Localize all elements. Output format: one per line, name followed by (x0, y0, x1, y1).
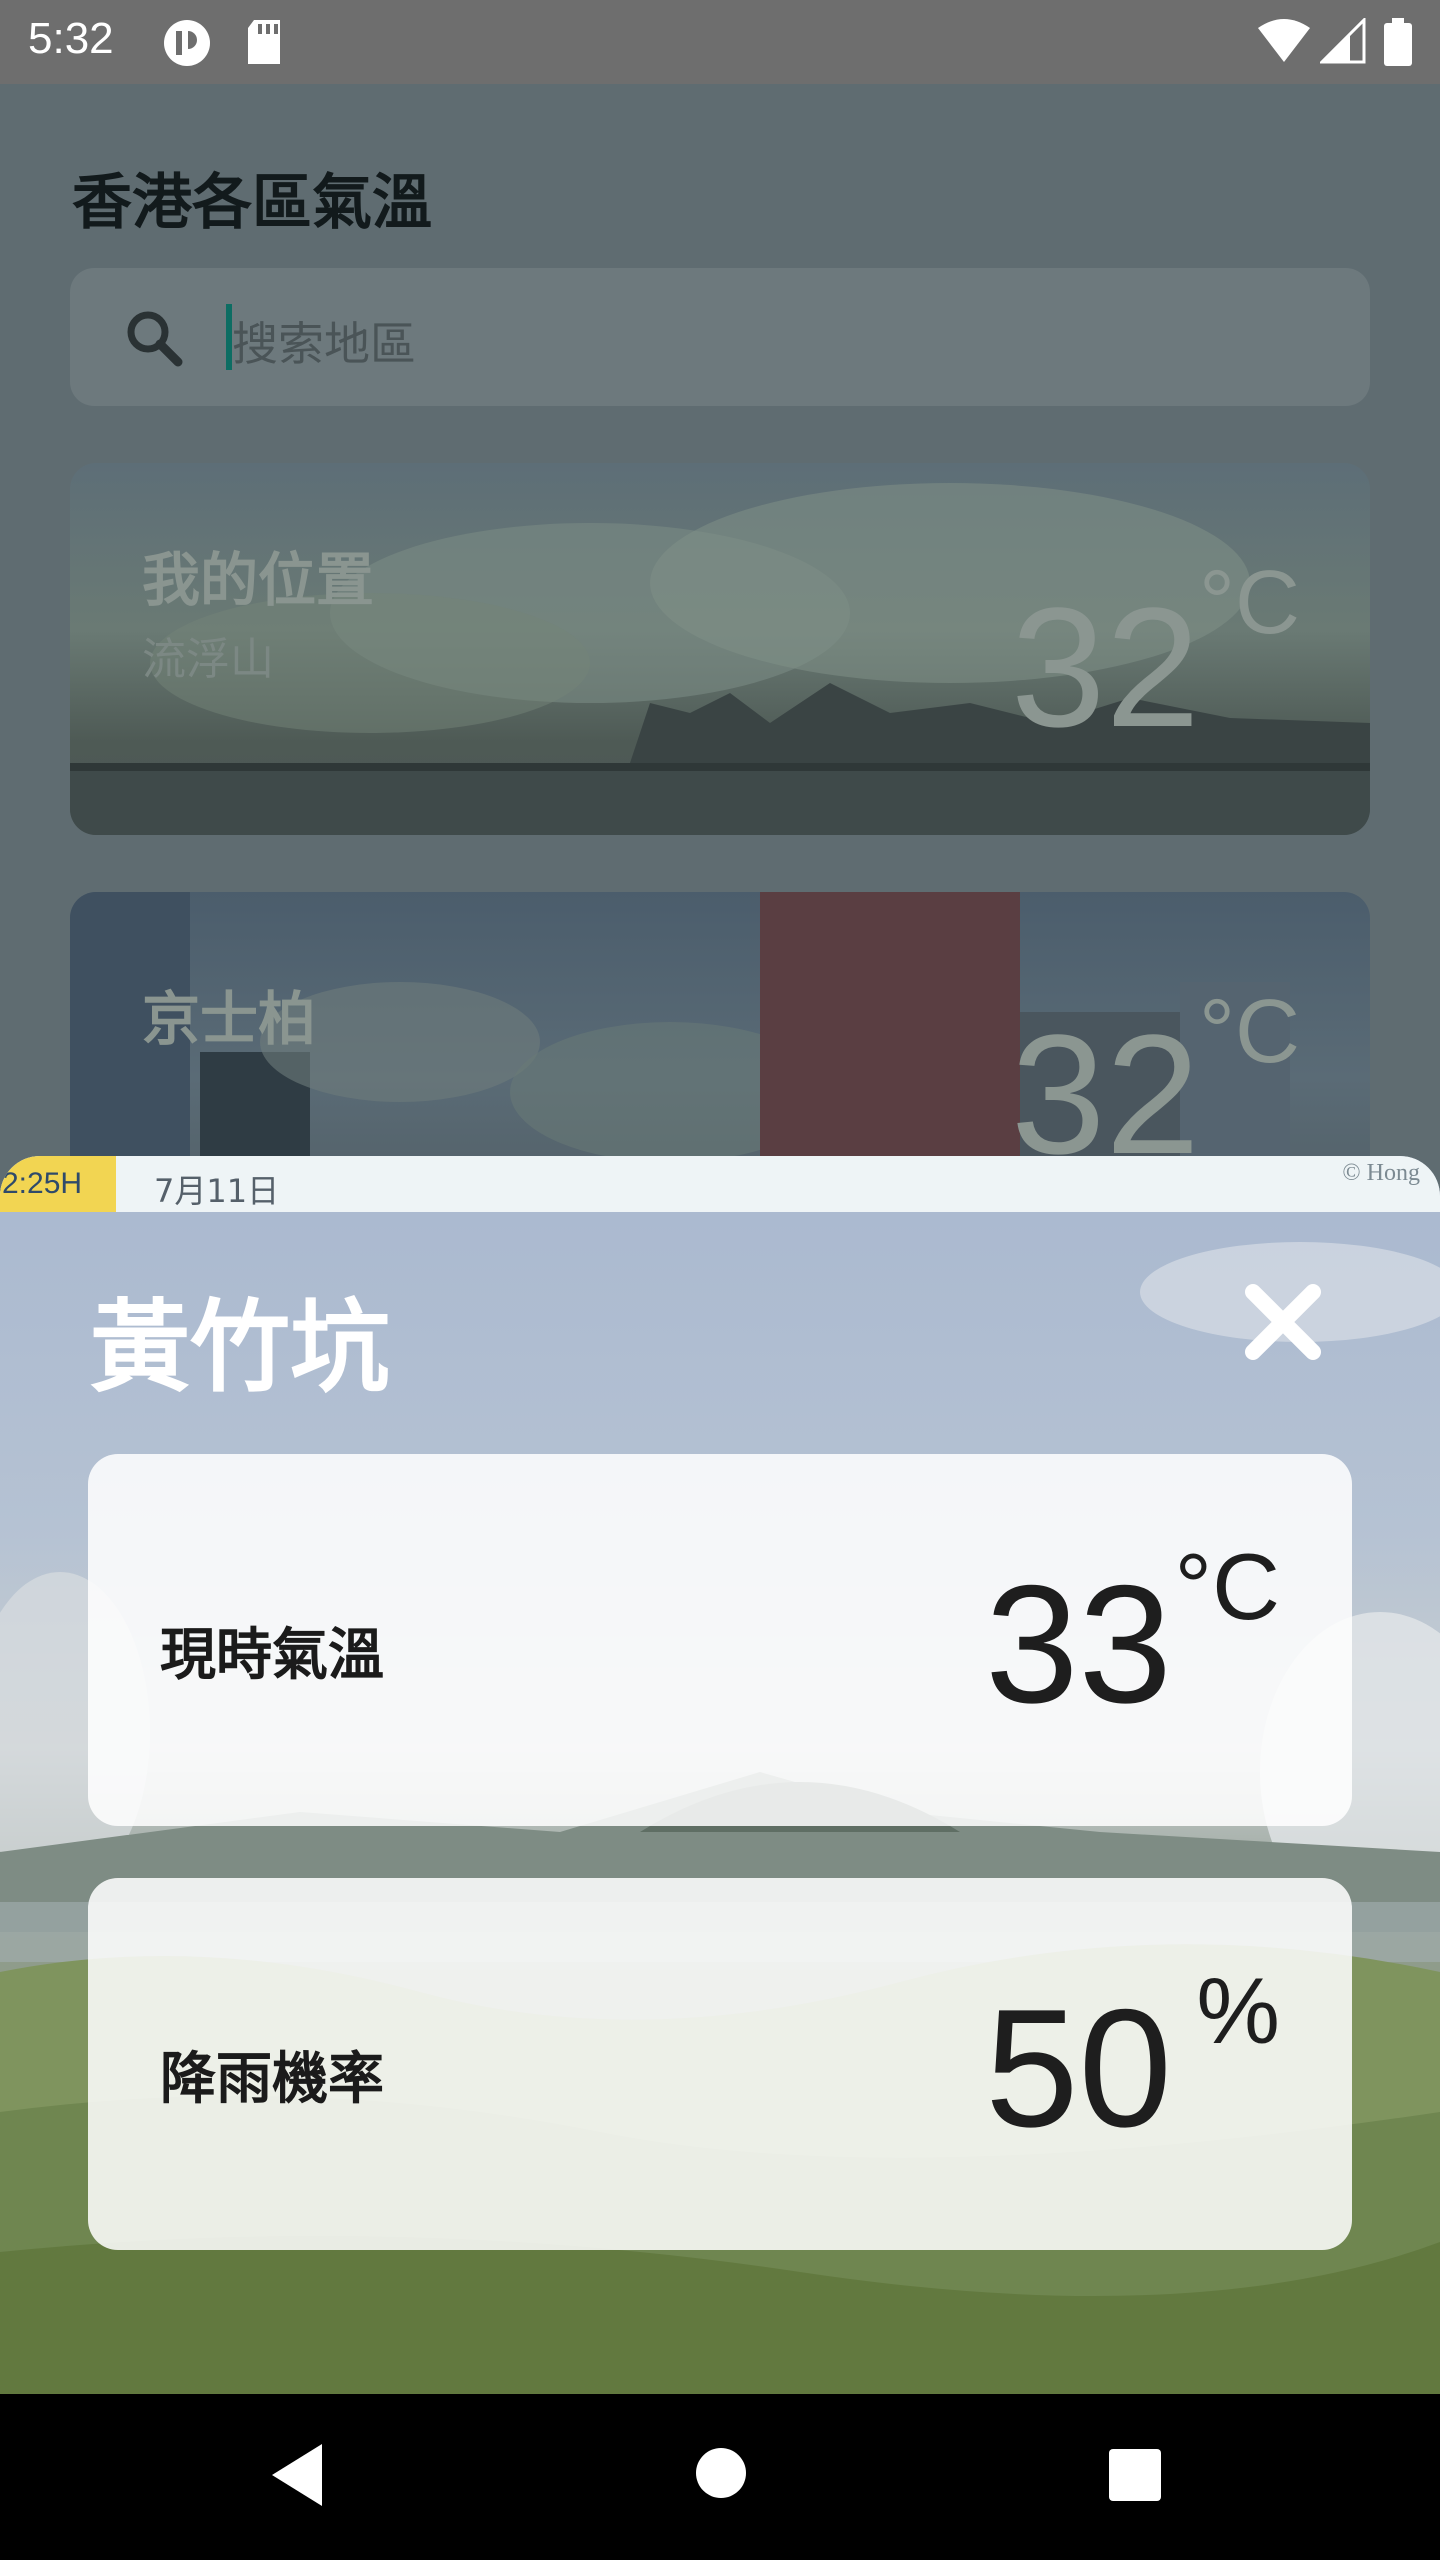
current-temperature-value: 33 (985, 1550, 1172, 1738)
home-button[interactable] (694, 2446, 748, 2504)
search-icon (124, 308, 184, 372)
card-temperature-unit: °C (1199, 553, 1300, 653)
webcam-copyright: © Hong (1342, 1160, 1420, 1186)
back-icon (272, 2444, 322, 2506)
wifi-icon (1256, 18, 1312, 68)
rain-chance-value: 50 (985, 1974, 1172, 2162)
search-bar[interactable]: 搜索地區 (70, 268, 1370, 406)
sd-card-icon (244, 18, 284, 70)
card-temperature-unit: °C (1199, 982, 1300, 1082)
recents-icon (1109, 2449, 1161, 2501)
current-temperature-label: 現時氣溫 (160, 1623, 384, 1688)
battery-icon (1384, 18, 1412, 70)
navigation-bar (0, 2394, 1440, 2560)
webcam-caption-bar: 2:25H 7月11日 © Hong (0, 1156, 1440, 1212)
home-icon (696, 2448, 746, 2498)
privacy-indicator-icon (162, 18, 212, 72)
webcam-time: 2:25H (0, 1156, 116, 1212)
signal-icon (1318, 16, 1366, 68)
webcam-date: 7月11日 (154, 1172, 280, 1210)
rain-chance-unit: % (1196, 1958, 1280, 2063)
card-temperature: 32 (1010, 573, 1200, 763)
location-card-my-location[interactable]: 我的位置 流浮山 32 °C (70, 463, 1370, 835)
rain-chance-card: 降雨機率 50 % (88, 1878, 1352, 2250)
card-temperature: 32 (1010, 1000, 1200, 1190)
back-button[interactable] (268, 2440, 328, 2514)
close-icon (1245, 1284, 1321, 1360)
card-location-name: 我的位置 (142, 546, 375, 614)
card-location-name: 京士柏 (142, 985, 317, 1053)
close-button[interactable] (1235, 1274, 1331, 1370)
location-detail-sheet: 2:25H 7月11日 © Hong 黃竹坑 現時氣溫 33 °C 降雨機率 5… (0, 1156, 1440, 2394)
rain-chance-label: 降雨機率 (160, 2047, 384, 2112)
current-temperature-unit: °C (1174, 1534, 1280, 1639)
status-bar: 5:32 (0, 0, 1440, 84)
status-time: 5:32 (28, 14, 114, 63)
recents-button[interactable] (1108, 2448, 1162, 2506)
search-input[interactable]: 搜索地區 (232, 308, 416, 374)
sheet-title: 黃竹坑 (90, 1289, 390, 1406)
card-location-sub: 流浮山 (142, 634, 274, 685)
current-temperature-card: 現時氣溫 33 °C (88, 1454, 1352, 1826)
page-title: 香港各區氣溫 (72, 168, 432, 238)
